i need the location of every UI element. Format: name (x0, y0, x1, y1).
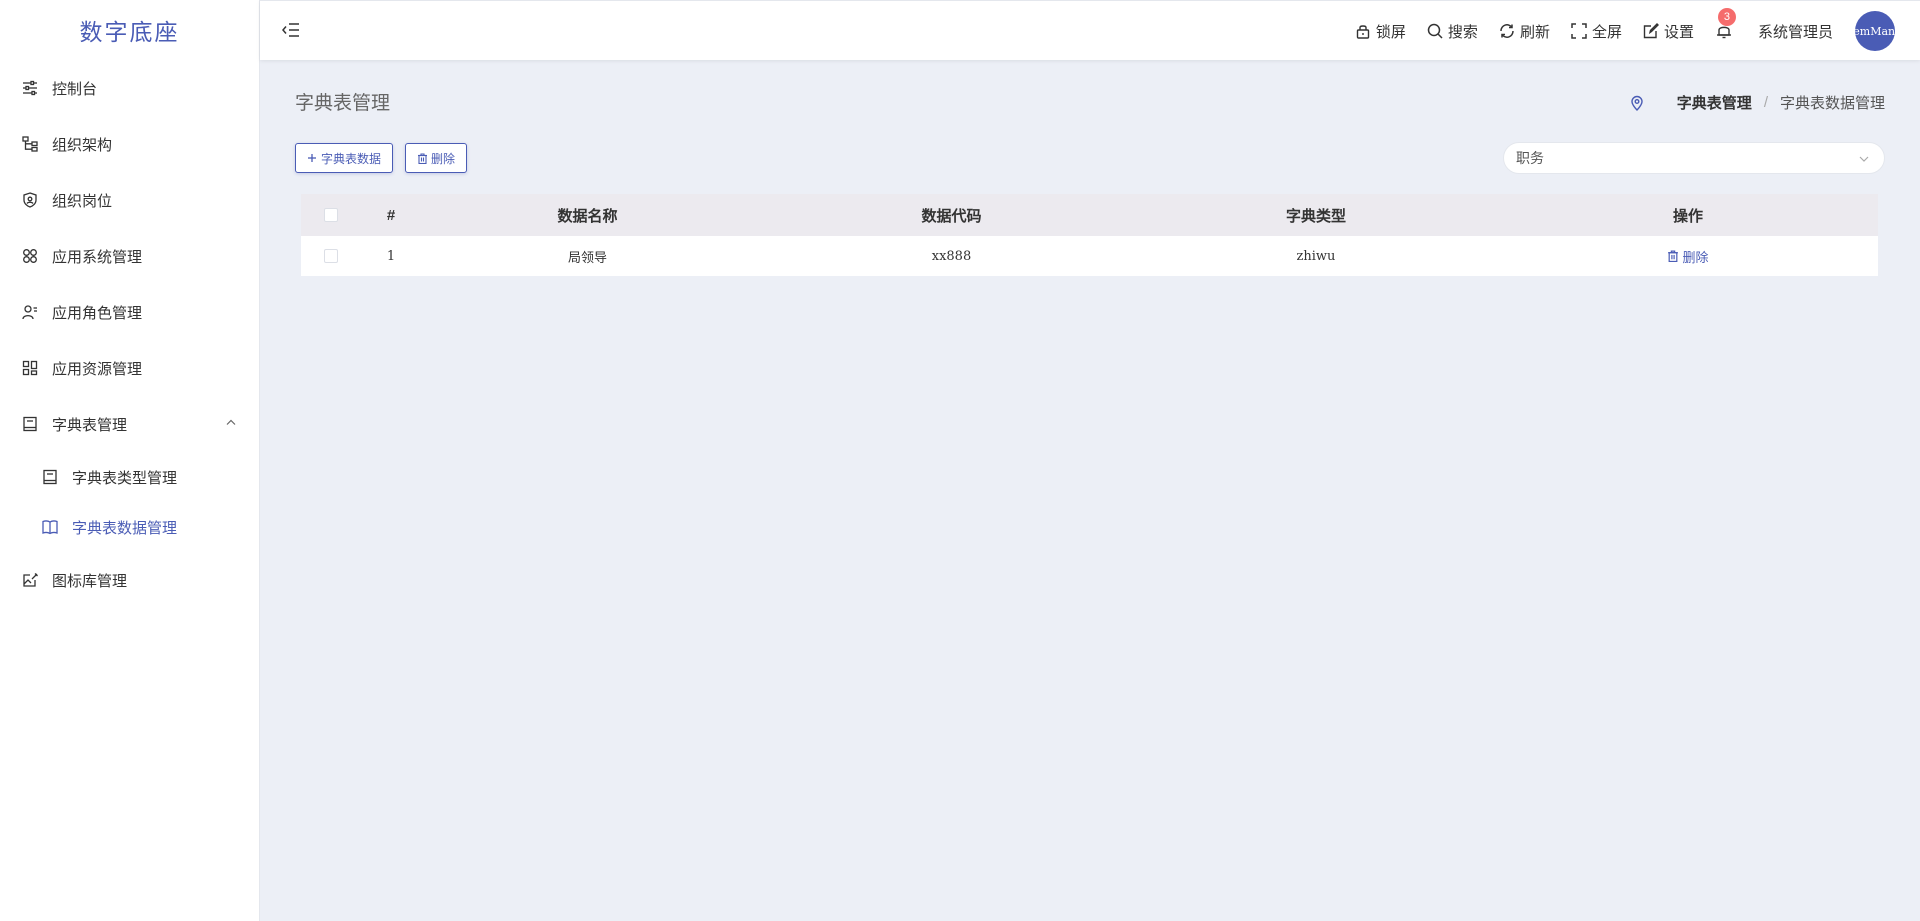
tool-label: 全屏 (1591, 23, 1622, 41)
trash-icon (1667, 249, 1680, 263)
dictionary-data-table: # 数据名称 数据代码 字典类型 操作 1 局领导 xx888 zhiwu 删除 (301, 194, 1878, 276)
sidebar-item-label: 应用系统管理 (52, 248, 143, 266)
resource-grid-icon (20, 358, 40, 378)
add-button-label: 字典表数据 (321, 151, 382, 166)
breadcrumb-separator: / (1763, 94, 1768, 111)
lock-screen-button[interactable]: 锁屏 (1354, 21, 1406, 42)
chevron-up-icon (225, 416, 237, 433)
avatar[interactable]: SystemManager (1855, 11, 1895, 51)
search-button[interactable]: 搜索 (1426, 21, 1478, 42)
sidebar-item-app-resources[interactable]: 应用资源管理 (0, 340, 259, 396)
table-row: 1 局领导 xx888 zhiwu 删除 (301, 236, 1878, 276)
sidebar-menu: 控制台 组织架构 组织岗位 应用系统管理 应用角色管理 应用资源管理 字典表管理… (0, 60, 259, 608)
column-header-actions: 操作 (1672, 207, 1703, 225)
sidebar-item-org-structure[interactable]: 组织架构 (0, 116, 259, 172)
sidebar-item-app-systems[interactable]: 应用系统管理 (0, 228, 259, 284)
column-header-code: 数据代码 (921, 207, 982, 225)
tool-label: 刷新 (1519, 23, 1550, 41)
trash-icon (416, 152, 428, 164)
book-icon (40, 467, 60, 487)
sidebar-item-label: 控制台 (52, 80, 98, 98)
cell-type: zhiwu (1296, 248, 1336, 264)
sidebar-item-icon-library[interactable]: 图标库管理 (0, 552, 259, 608)
tool-label: 设置 (1663, 23, 1694, 41)
notifications-button[interactable]: 3 (1714, 8, 1736, 42)
sidebar: 数字底座 控制台 组织架构 组织岗位 应用系统管理 应用角色管理 应用资源管理 … (0, 0, 260, 921)
cell-code: xx888 (931, 248, 972, 264)
sidebar-item-app-roles[interactable]: 应用角色管理 (0, 284, 259, 340)
cell-name: 局领导 (567, 249, 607, 265)
settings-button[interactable]: 设置 (1642, 21, 1694, 42)
add-dictionary-data-button[interactable]: 字典表数据 (295, 143, 393, 173)
cell-actions: 删除 (1498, 247, 1878, 266)
open-book-icon (40, 517, 60, 537)
header-tools: 锁屏 搜索 刷新 全屏 设置 3 系统管理员 emMan (1354, 1, 1920, 61)
sidebar-item-label: 字典表管理 (52, 416, 128, 434)
sliders-icon (20, 78, 40, 98)
refresh-icon (1498, 22, 1516, 40)
menu-fold-icon (282, 23, 299, 37)
select-value: 职务 (1516, 150, 1544, 166)
sidebar-item-label: 图标库管理 (52, 572, 128, 590)
top-header: 锁屏 搜索 刷新 全屏 设置 3 系统管理员 emMan (260, 0, 1920, 60)
tool-label: 锁屏 (1375, 23, 1406, 41)
column-header-name: 数据名称 (557, 207, 618, 225)
delete-button-label: 删除 (431, 151, 456, 166)
search-icon (1426, 22, 1444, 40)
sidebar-item-dictionary[interactable]: 字典表管理 (0, 396, 259, 452)
breadcrumb-item-current: 字典表数据管理 (1779, 95, 1885, 112)
avatar-text: SystemManager (1855, 24, 1895, 38)
main-content: 字典表管理 字典表管理 / 字典表数据管理 字典表数据 删除 职务 # 数据名称… (260, 60, 1920, 921)
refresh-button[interactable]: 刷新 (1498, 21, 1550, 42)
row-delete-label: 删除 (1682, 249, 1709, 265)
sidebar-item-label: 字典表数据管理 (72, 519, 178, 537)
sidebar-item-label: 组织架构 (52, 136, 113, 154)
column-header-type: 字典类型 (1285, 207, 1346, 225)
dictionary-type-select[interactable]: 职务 (1503, 142, 1885, 174)
notification-badge: 3 (1717, 8, 1736, 26)
row-delete-link[interactable]: 删除 (1667, 247, 1709, 266)
fullscreen-icon (1570, 22, 1588, 40)
column-header-index: # (386, 206, 396, 224)
sidebar-item-label: 应用资源管理 (52, 360, 143, 378)
row-checkbox-cell (301, 249, 361, 263)
cell-index: 1 (386, 248, 396, 264)
sidebar-item-console[interactable]: 控制台 (0, 60, 259, 116)
breadcrumb: 字典表管理 / 字典表数据管理 (1629, 92, 1885, 113)
sidebar-item-dictionary-types[interactable]: 字典表类型管理 (0, 452, 259, 502)
tool-label: 搜索 (1447, 23, 1478, 41)
sidebar-item-label: 应用角色管理 (52, 304, 143, 322)
row-checkbox[interactable] (324, 249, 338, 263)
apps-grid-icon (20, 246, 40, 266)
user-list-icon (20, 302, 40, 322)
lock-icon (1354, 22, 1372, 40)
chevron-down-icon (1858, 152, 1870, 164)
plus-icon (306, 152, 318, 164)
header-checkbox-cell (301, 208, 361, 222)
fullscreen-button[interactable]: 全屏 (1570, 21, 1622, 42)
sidebar-item-dictionary-data[interactable]: 字典表数据管理 (0, 502, 259, 552)
select-all-checkbox[interactable] (324, 208, 338, 222)
sidebar-item-label: 组织岗位 (52, 192, 113, 210)
org-tree-icon (20, 134, 40, 154)
sidebar-item-label: 字典表类型管理 (72, 469, 178, 487)
collapse-menu-button[interactable] (280, 19, 302, 41)
delete-button[interactable]: 删除 (405, 143, 467, 173)
breadcrumb-item-dictionary[interactable]: 字典表管理 (1677, 92, 1752, 113)
sidebar-item-org-positions[interactable]: 组织岗位 (0, 172, 259, 228)
username[interactable]: 系统管理员 (1758, 21, 1833, 42)
table-header-row: # 数据名称 数据代码 字典类型 操作 (301, 194, 1878, 236)
app-logo[interactable]: 数字底座 (0, 0, 259, 60)
page-title: 字典表管理 (295, 93, 391, 114)
book-icon (20, 414, 40, 434)
edit-image-icon (20, 570, 40, 590)
location-pin-icon (1629, 95, 1645, 111)
badge-shield-icon (20, 190, 40, 210)
settings-edit-icon (1642, 22, 1660, 40)
